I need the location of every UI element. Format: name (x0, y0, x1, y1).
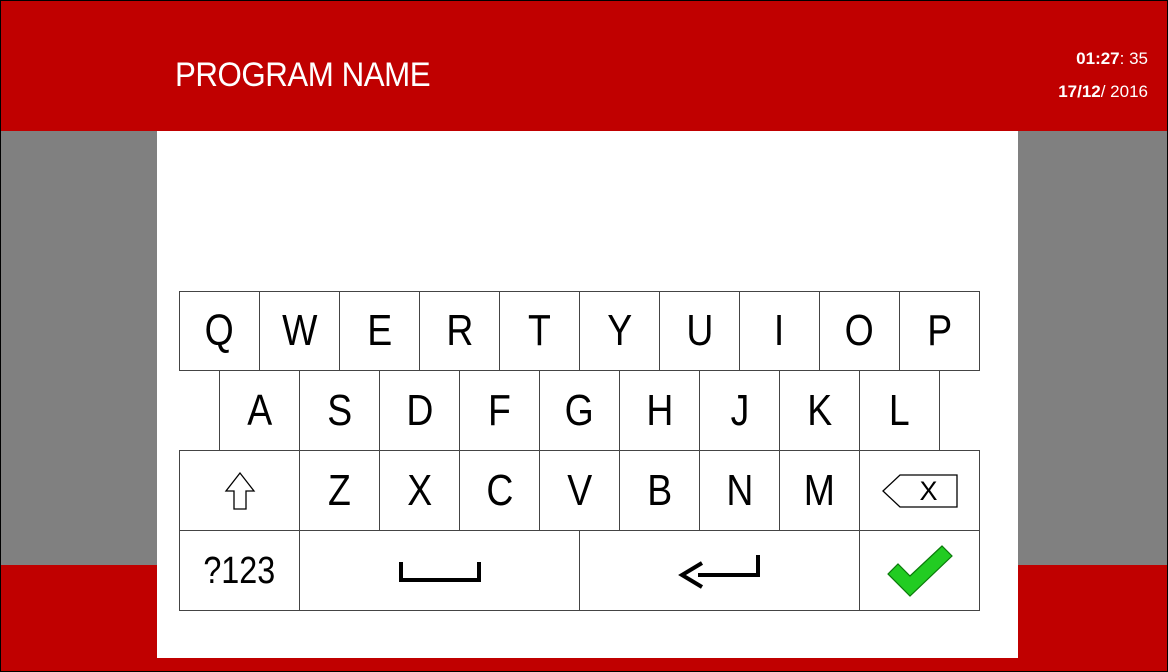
key-label: P (927, 306, 952, 355)
key-h[interactable]: H (619, 370, 700, 451)
key-label: F (488, 385, 511, 435)
key-z[interactable]: Z (299, 450, 380, 531)
page-title: PROGRAM NAME (175, 56, 431, 94)
key-m[interactable]: M (779, 450, 860, 531)
key-c[interactable]: C (459, 450, 540, 531)
confirm-key[interactable] (859, 530, 980, 611)
key-label: ?123 (203, 549, 276, 592)
key-u[interactable]: U (659, 291, 740, 371)
time-display: 01:27: 35 (1058, 50, 1148, 67)
key-label: Y (607, 306, 632, 355)
key-o[interactable]: O (819, 291, 900, 371)
key-e[interactable]: E (339, 291, 420, 371)
key-label: S (327, 385, 352, 435)
time-seconds: : 35 (1119, 49, 1148, 68)
key-x[interactable]: X (379, 450, 460, 531)
key-label: N (725, 465, 754, 515)
key-v[interactable]: V (539, 450, 620, 531)
backspace-label: X (919, 475, 938, 506)
shift-key[interactable] (179, 450, 300, 531)
key-label: L (889, 385, 910, 435)
key-label: M (803, 465, 836, 515)
key-d[interactable]: D (379, 370, 460, 451)
key-label: E (367, 306, 392, 355)
key-label: R (445, 306, 474, 355)
space-bar-icon (398, 560, 481, 582)
key-label: X (407, 465, 432, 515)
key-i[interactable]: I (739, 291, 820, 371)
enter-arrow-icon (677, 551, 762, 591)
key-p[interactable]: P (899, 291, 980, 371)
date-year: / 2016 (1100, 82, 1148, 101)
key-l[interactable]: L (859, 370, 940, 451)
key-label: C (485, 465, 514, 515)
key-label: Q (204, 306, 235, 355)
space-key[interactable] (299, 530, 580, 611)
key-label: V (567, 465, 592, 515)
key-label: O (844, 306, 875, 355)
symbols-key[interactable]: ?123 (179, 530, 300, 611)
key-t[interactable]: T (499, 291, 580, 371)
key-label: I (774, 306, 785, 355)
key-label: H (645, 385, 674, 435)
key-k[interactable]: K (779, 370, 860, 451)
key-s[interactable]: S (299, 370, 380, 451)
key-q[interactable]: Q (179, 291, 260, 371)
key-n[interactable]: N (699, 450, 780, 531)
backspace-key[interactable]: X (859, 450, 980, 531)
key-label: J (730, 385, 749, 435)
enter-key[interactable] (579, 530, 860, 611)
clock: 01:27: 35 17/12/ 2016 (1058, 50, 1148, 100)
key-y[interactable]: Y (579, 291, 660, 371)
time-hours-minutes: 01:27 (1076, 49, 1120, 68)
key-r[interactable]: R (419, 291, 500, 371)
key-label: D (405, 385, 434, 435)
key-label: Z (328, 465, 351, 515)
key-f[interactable]: F (459, 370, 540, 451)
checkmark-icon (886, 544, 954, 598)
backspace-icon: X (881, 473, 958, 508)
date-day-month: 17/12 (1058, 82, 1101, 101)
key-label: T (528, 306, 551, 355)
key-a[interactable]: A (219, 370, 300, 451)
date-display: 17/12/ 2016 (1058, 83, 1148, 100)
shift-arrow-icon (224, 471, 256, 511)
key-label: B (647, 465, 672, 515)
key-label: W (281, 306, 318, 355)
key-w[interactable]: W (259, 291, 340, 371)
key-j[interactable]: J (699, 370, 780, 451)
key-label: K (807, 385, 832, 435)
key-label: G (564, 385, 595, 435)
key-b[interactable]: B (619, 450, 700, 531)
key-g[interactable]: G (539, 370, 620, 451)
key-label: A (247, 385, 272, 435)
key-label: U (685, 306, 714, 355)
